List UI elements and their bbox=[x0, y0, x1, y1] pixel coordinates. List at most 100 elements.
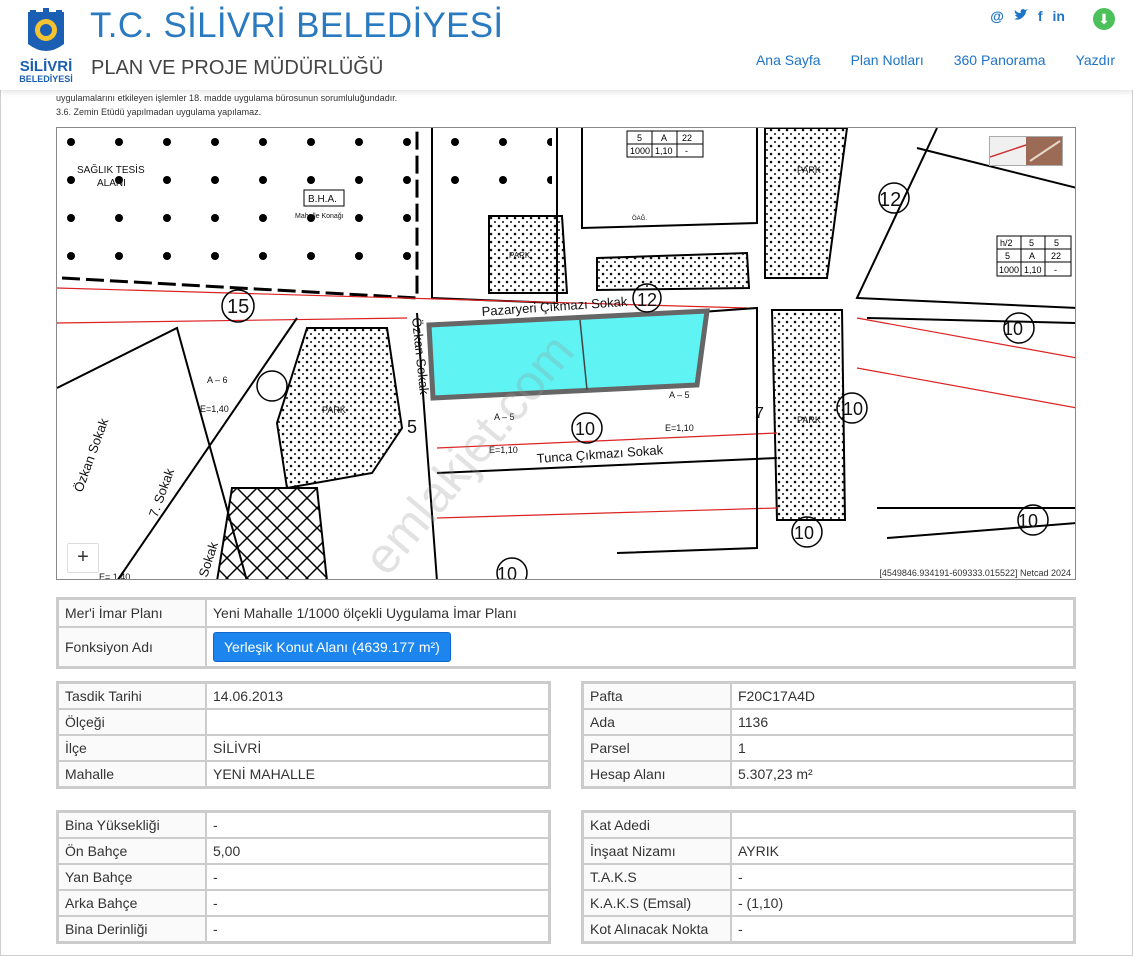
table-label: Mahalle bbox=[58, 761, 206, 787]
logo-text: SİLİVRİ BELEDİYESİ bbox=[19, 58, 73, 84]
site-title: T.C. SİLİVRİ BELEDİYESİ bbox=[90, 6, 504, 45]
table-value: 14.06.2013 bbox=[206, 683, 549, 709]
facebook-icon[interactable]: f bbox=[1038, 8, 1043, 24]
legend-right-9: - bbox=[1054, 265, 1057, 275]
note-line-2: 3.6. Zemin Etüdü yapılmadan uygulama yap… bbox=[56, 107, 262, 117]
municipality-logo[interactable]: SİLİVRİ BELEDİYESİ bbox=[14, 8, 78, 86]
legend-right-2: 5 bbox=[1029, 238, 1034, 248]
map-label-10b: 10 bbox=[575, 419, 595, 439]
imar-plani-value: Yeni Mahalle 1/1000 ölçekli Uygulama İma… bbox=[206, 599, 1074, 627]
map-label-a5b: A – 5 bbox=[669, 390, 690, 400]
map-label-10a: 10 bbox=[1003, 319, 1023, 339]
table-label: Bina Yüksekliği bbox=[58, 812, 206, 838]
map-label-5: 5 bbox=[407, 417, 417, 437]
map-label-10d: 10 bbox=[794, 523, 814, 543]
map-label-10e: 10 bbox=[1018, 511, 1038, 531]
download-icon[interactable]: ⬇ bbox=[1093, 8, 1115, 30]
nav-plan-notlari[interactable]: Plan Notları bbox=[851, 52, 924, 68]
table-label: Pafta bbox=[583, 683, 731, 709]
linkedin-icon[interactable]: in bbox=[1053, 8, 1065, 24]
plan-notes: uygulamalarını etkileyen işlemler 18. ma… bbox=[56, 91, 397, 119]
right-info-table-1: Pafta F20C17A4D Ada 1136 Parsel 1 Hesap Ala… bbox=[581, 681, 1076, 789]
at-icon[interactable]: @ bbox=[990, 8, 1004, 24]
legend-top-2: A bbox=[661, 133, 667, 143]
table-value: YENİ MAHALLE bbox=[206, 761, 549, 787]
map-label-park-1: PARK bbox=[509, 251, 531, 260]
legend-box-right: h/2 5 5 5 A 22 1000 1,10 - bbox=[996, 235, 1072, 277]
map-label-ozkan-2: Özkan Sokak bbox=[71, 416, 112, 494]
table-label: Kat Adedi bbox=[583, 812, 731, 838]
legend-right-6: 22 bbox=[1051, 251, 1061, 261]
table-value: 5,00 bbox=[206, 838, 549, 864]
table-label: Ölçeği bbox=[58, 709, 206, 735]
table-label: İlçe bbox=[58, 735, 206, 761]
map-label-e140a: E=1,40 bbox=[200, 404, 229, 414]
map-label-bha: B.H.A. bbox=[308, 194, 337, 205]
legend-top-6: - bbox=[685, 146, 688, 156]
legend-top-3: 22 bbox=[682, 133, 692, 143]
map-label-ozel: ÖAĞ. bbox=[632, 215, 647, 222]
zoning-map[interactable]: 5 A 22 1000 1,10 - h/2 5 5 5 A 22 1000 1… bbox=[56, 127, 1076, 580]
table-value: - bbox=[731, 864, 1074, 890]
layer-switcher-thumbnail[interactable] bbox=[989, 136, 1063, 166]
table-value: 1136 bbox=[731, 709, 1074, 735]
zoom-in-button[interactable]: + bbox=[67, 543, 99, 573]
map-label-12b: 12 bbox=[879, 189, 901, 211]
map-label-12a: 12 bbox=[637, 290, 657, 310]
table-label: Parsel bbox=[583, 735, 731, 761]
left-info-table-2: Bina Yüksekliği - Ön Bahçe 5,00 Yan Bahçe -… bbox=[56, 810, 551, 944]
table-label: T.A.K.S bbox=[583, 864, 731, 890]
map-label-e110b: E=1,10 bbox=[665, 423, 694, 433]
map-label-a6: A – 6 bbox=[207, 375, 228, 385]
map-label-park-3: PARK bbox=[797, 415, 821, 425]
map-label-park-4: PARK bbox=[322, 405, 346, 415]
table-label: Arka Bahçe bbox=[58, 890, 206, 916]
table-label: Ön Bahçe bbox=[58, 838, 206, 864]
legend-top-1: 5 bbox=[637, 133, 642, 143]
legend-right-7: 1000 bbox=[999, 265, 1019, 275]
legend-top-4: 1000 bbox=[630, 146, 650, 156]
map-label-alani: ALANI bbox=[97, 178, 126, 189]
map-label-park-2: PARK bbox=[797, 165, 821, 175]
legend-box-top: 5 A 22 1000 1,10 - bbox=[626, 130, 704, 158]
table-label: K.A.K.S (Emsal) bbox=[583, 890, 731, 916]
table-label: Bina Derinliği bbox=[58, 916, 206, 942]
twitter-icon[interactable] bbox=[1013, 8, 1028, 24]
legend-top-5: 1,10 bbox=[655, 146, 673, 156]
map-label-7-sokak: 7. Sokak bbox=[146, 466, 178, 519]
fonksiyon-button[interactable]: Yerleşik Konut Alanı (4639.177 m²) bbox=[213, 632, 451, 662]
nav-ana-sayfa[interactable]: Ana Sayfa bbox=[756, 52, 821, 68]
table-value: - bbox=[206, 812, 549, 838]
note-line-1: uygulamalarını etkileyen işlemler 18. ma… bbox=[56, 93, 398, 103]
nav-360-panorama[interactable]: 360 Panorama bbox=[954, 52, 1046, 68]
legend-right-5: A bbox=[1029, 251, 1035, 261]
table-value: - bbox=[206, 916, 549, 942]
table-value: - bbox=[731, 916, 1074, 942]
social-links: @ f in bbox=[990, 8, 1065, 24]
map-label-15: 15 bbox=[227, 296, 249, 318]
legend-right-1: h/2 bbox=[1000, 238, 1013, 248]
table-value: - bbox=[206, 864, 549, 890]
plan-info-table: Mer'i İmar Planı Yeni Mahalle 1/1000 ölç… bbox=[56, 597, 1076, 669]
table-value: - (1,10) bbox=[731, 890, 1074, 916]
table-value: - bbox=[206, 890, 549, 916]
table-label: İnşaat Nizamı bbox=[583, 838, 731, 864]
table-label: Ada bbox=[583, 709, 731, 735]
map-label-10f: 10 bbox=[497, 564, 517, 580]
nav-yazdir[interactable]: Yazdır bbox=[1076, 52, 1115, 68]
legend-right-8: 1,10 bbox=[1024, 265, 1042, 275]
right-info-table-2: Kat Adedi İnşaat Nizamı AYRIK T.A.K.S - K.… bbox=[581, 810, 1076, 944]
legend-right-4: 5 bbox=[1005, 251, 1010, 261]
table-value: AYRIK bbox=[731, 838, 1074, 864]
table-value: 5.307,23 m² bbox=[731, 761, 1074, 787]
map-label-saglik: SAĞLIK TESİS bbox=[77, 163, 145, 176]
map-canvas[interactable]: 5 A 22 1000 1,10 - h/2 5 5 5 A 22 1000 1… bbox=[57, 128, 1076, 580]
map-label-7: 7 bbox=[755, 405, 764, 422]
imar-plani-label: Mer'i İmar Planı bbox=[58, 599, 206, 627]
table-label: Kot Alınacak Nokta bbox=[583, 916, 731, 942]
table-value bbox=[206, 709, 549, 735]
map-label-10c: 10 bbox=[843, 399, 863, 419]
site-subtitle: PLAN VE PROJE MÜDÜRLÜĞÜ bbox=[91, 57, 384, 79]
map-label-tunca: Tunca Çıkmazı Sokak bbox=[536, 442, 664, 466]
map-coordinates: [4549846.934191-609333.015522] Netcad 20… bbox=[877, 568, 1073, 578]
